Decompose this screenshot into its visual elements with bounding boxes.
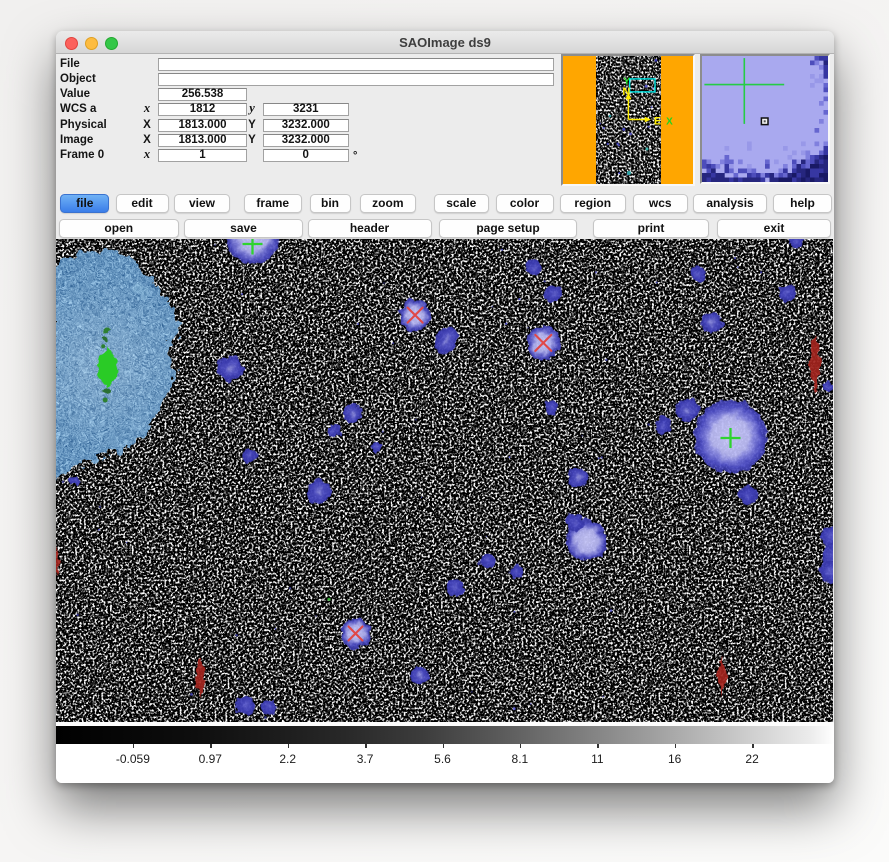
svg-text:E: E bbox=[654, 115, 661, 127]
svg-text:Y: Y bbox=[623, 76, 630, 88]
svg-text:X: X bbox=[666, 116, 673, 127]
